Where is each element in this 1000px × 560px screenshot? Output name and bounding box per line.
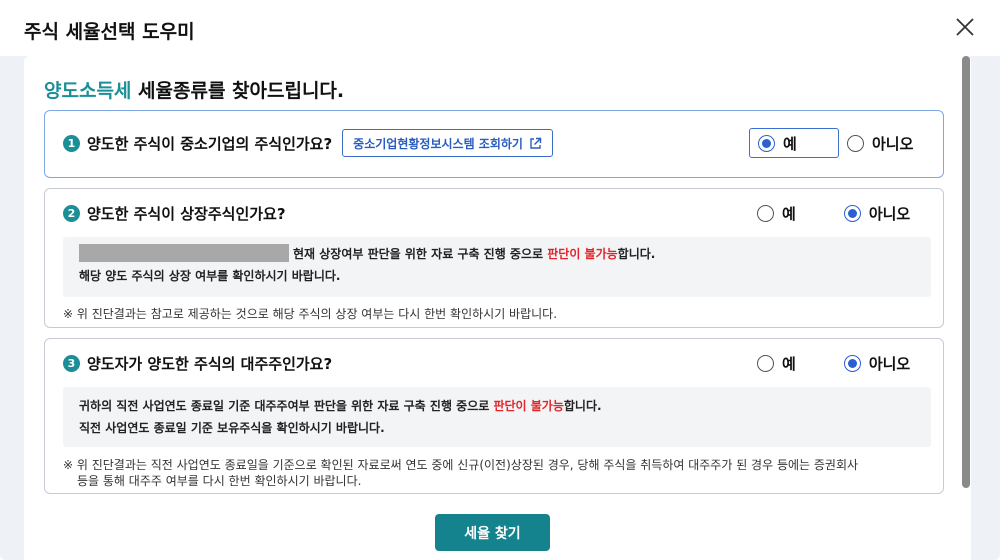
q1-option-no[interactable]: 아니오 [847, 133, 913, 154]
info-line-2: 해당 양도 주식의 상장 여부를 확인하시기 바랍니다. [79, 269, 341, 283]
question-1-box: 1 양도한 주식이 중소기업의 주식인가요? 중소기업현황정보시스템 조회하기 … [44, 110, 944, 178]
question-2-note: ※ 위 진단결과는 참고로 제공하는 것으로 해당 주식의 상장 여부는 다시 … [63, 307, 558, 321]
modal-content: 양도소득세 세율종류를 찾아드립니다. 1 양도한 주식이 중소기업의 주식인가… [24, 56, 971, 560]
option-label: 아니오 [868, 354, 911, 373]
question-2-box: 2 양도한 주식이 상장주식인가요? 예 아니오 현재 상장여부 판단을 위한 … [44, 188, 944, 328]
question-1-row: 1 양도한 주식이 중소기업의 주식인가요? 중소기업현황정보시스템 조회하기 [63, 111, 553, 175]
question-3-note: ※ 위 진단결과는 직전 사업연도 종료일을 기준으로 확인된 자료로써 연도 … [63, 457, 923, 489]
question-3-options: 예 아니오 [757, 339, 910, 387]
question-3-text: 양도자가 양도한 주식의 대주주인가요? [87, 354, 333, 373]
info-text: 귀하의 직전 사업연도 종료일 기준 대주주여부 판단을 위한 자료 구축 진행… [79, 399, 494, 413]
page-heading: 양도소득세 세율종류를 찾아드립니다. [44, 76, 344, 103]
note-line-2: 등을 통해 대주주 여부를 다시 한번 확인하시기 바랍니다. [77, 474, 362, 488]
tax-rate-helper-modal: 주식 세율선택 도우미 양도소득세 세율종류를 찾아드립니다. 1 양도한 주식… [0, 0, 1000, 560]
q2-option-no[interactable]: 아니오 [843, 203, 911, 224]
radio-unselected-icon [757, 354, 774, 372]
question-number-badge: 1 [63, 134, 80, 152]
option-label: 예 [782, 204, 796, 223]
info-line-1: 현재 상장여부 판단을 위한 자료 구축 진행 중으로 판단이 불가능합니다. [79, 243, 931, 265]
radio-unselected-icon [847, 134, 864, 152]
warning-text: 판단이 불가능 [547, 247, 618, 261]
external-link-icon [530, 137, 542, 149]
question-2-info: 현재 상장여부 판단을 위한 자료 구축 진행 중으로 판단이 불가능합니다. … [63, 237, 931, 297]
heading-rest: 세율종류를 찾아드립니다. [131, 80, 345, 102]
option-label: 아니오 [872, 134, 914, 153]
radio-selected-icon [843, 354, 861, 372]
question-2-row: 2 양도한 주식이 상장주식인가요? [63, 189, 286, 237]
info-text: 합니다. [563, 399, 602, 413]
q3-option-no[interactable]: 아니오 [843, 353, 911, 374]
modal-title: 주식 세율선택 도우미 [24, 21, 195, 43]
sme-lookup-button[interactable]: 중소기업현황정보시스템 조회하기 [342, 129, 553, 157]
question-3-row: 3 양도자가 양도한 주식의 대주주인가요? [63, 339, 332, 387]
close-button[interactable] [952, 14, 978, 40]
question-1-options: 예 아니오 [749, 111, 913, 175]
q2-option-yes[interactable]: 예 [757, 203, 796, 224]
redacted-block [79, 244, 289, 262]
question-number-badge: 2 [63, 204, 80, 222]
radio-unselected-icon [757, 204, 774, 222]
question-3-info: 귀하의 직전 사업연도 종료일 기준 대주주여부 판단을 위한 자료 구축 진행… [63, 387, 931, 447]
scrollbar-thumb[interactable] [962, 56, 970, 488]
question-3-box: 3 양도자가 양도한 주식의 대주주인가요? 예 아니오 귀하의 직전 사업연도… [44, 338, 944, 494]
option-label: 예 [782, 354, 796, 373]
question-2-options: 예 아니오 [757, 189, 910, 237]
close-icon [956, 18, 974, 36]
sme-lookup-label: 중소기업현황정보시스템 조회하기 [353, 136, 523, 151]
heading-accent: 양도소득세 [44, 80, 132, 102]
option-label: 예 [783, 134, 797, 153]
note-line-1: ※ 위 진단결과는 직전 사업연도 종료일을 기준으로 확인된 자료로써 연도 … [63, 458, 859, 472]
info-text: 현재 상장여부 판단을 위한 자료 구축 진행 중으로 [293, 247, 548, 261]
radio-selected-icon [758, 134, 775, 152]
modal-header: 주식 세율선택 도우미 [0, 0, 1000, 56]
question-1-text: 양도한 주식이 중소기업의 주식인가요? [87, 134, 333, 153]
q3-option-yes[interactable]: 예 [757, 353, 796, 374]
warning-text: 판단이 불가능 [493, 399, 564, 413]
option-label: 아니오 [868, 204, 911, 223]
radio-selected-icon [843, 204, 861, 222]
info-text: 합니다. [617, 247, 656, 261]
question-number-badge: 3 [63, 354, 80, 372]
q1-option-yes[interactable]: 예 [749, 128, 839, 158]
find-tax-rate-button[interactable]: 세율 찾기 [435, 514, 550, 551]
info-line-2: 직전 사업연도 종료일 기준 보유주식을 확인하시기 바랍니다. [79, 421, 385, 435]
info-line-1: 귀하의 직전 사업연도 종료일 기준 대주주여부 판단을 위한 자료 구축 진행… [79, 395, 931, 417]
question-2-text: 양도한 주식이 상장주식인가요? [87, 204, 286, 223]
